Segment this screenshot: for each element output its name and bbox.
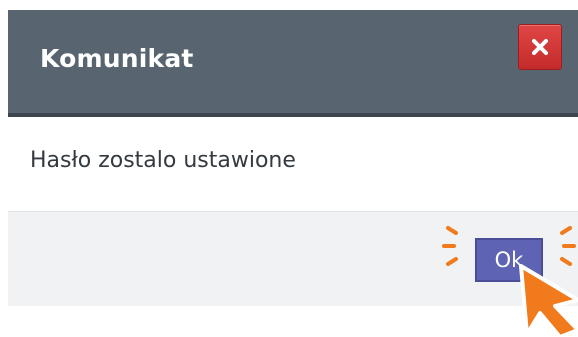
close-button[interactable] (518, 24, 562, 70)
dialog-titlebar: Komunikat (8, 10, 578, 117)
dialog-title: Komunikat (40, 44, 194, 73)
screen: Komunikat Hasło zostalo ustawione Ok (0, 0, 578, 337)
dialog-footer: Ok (8, 212, 578, 306)
ok-button[interactable]: Ok (475, 238, 543, 282)
message-dialog: Komunikat Hasło zostalo ustawione Ok (8, 10, 578, 306)
close-icon (532, 39, 548, 55)
dialog-body: Hasło zostalo ustawione (8, 117, 578, 212)
dialog-message: Hasło zostalo ustawione (30, 148, 296, 173)
